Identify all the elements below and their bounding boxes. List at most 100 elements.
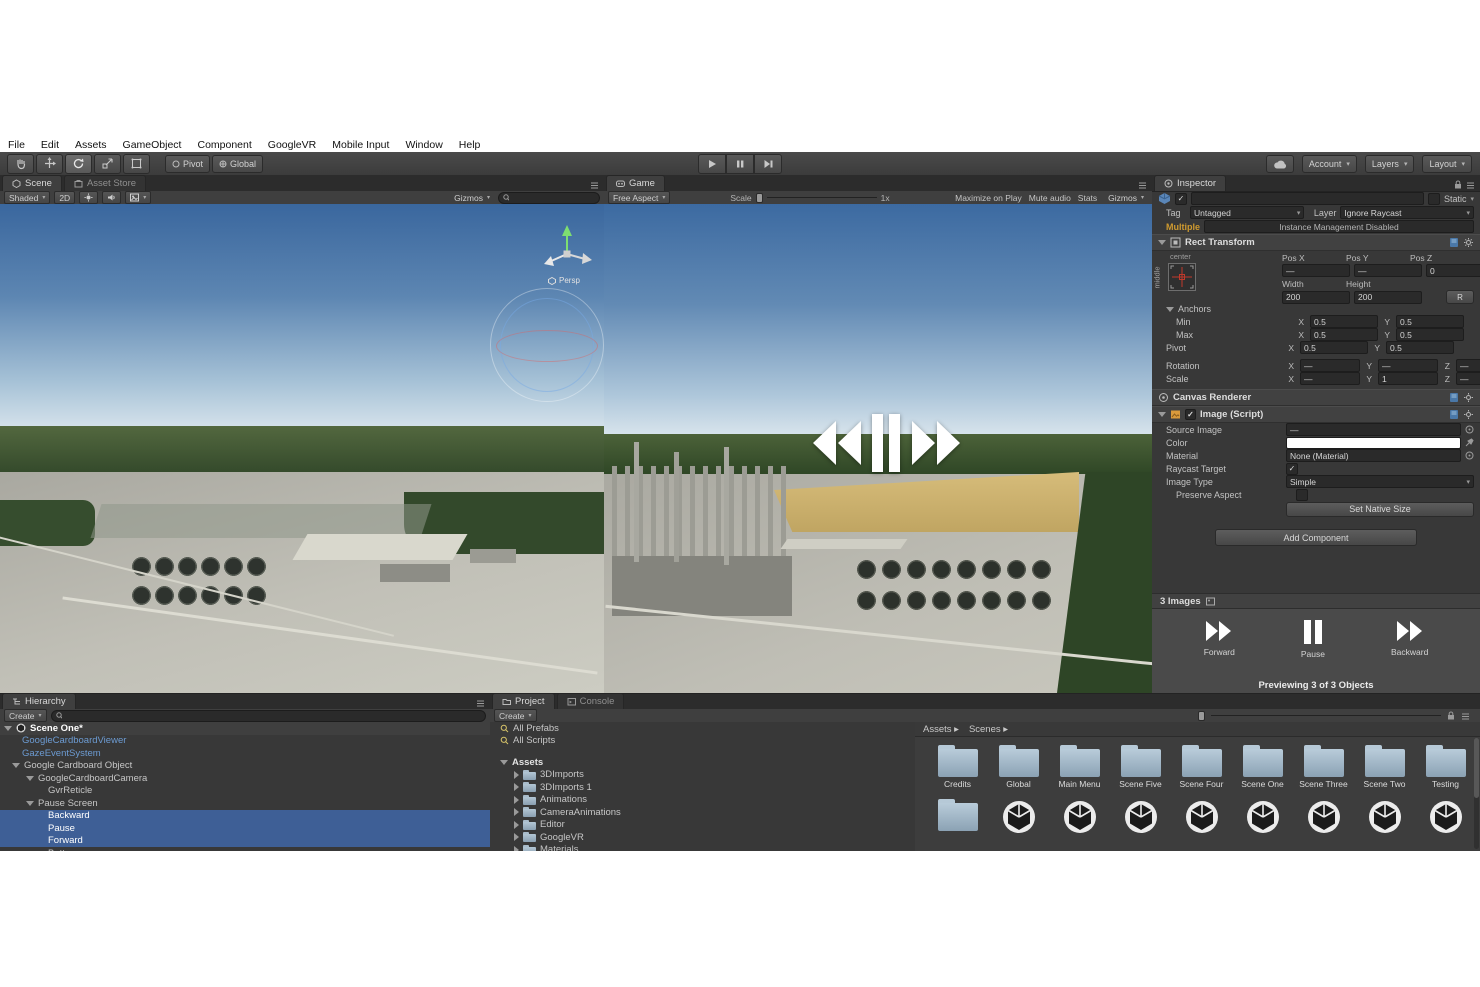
gear-icon[interactable] [1463,392,1474,403]
fold-arrow-icon[interactable] [514,808,519,816]
fold-arrow-icon[interactable] [500,760,508,765]
min-y-field[interactable]: 0.5 [1396,315,1464,328]
add-component-button[interactable]: Add Component [1215,529,1417,546]
preserve-aspect-checkbox[interactable] [1296,489,1308,501]
layers-dropdown[interactable]: Layers [1365,155,1415,173]
object-picker-icon[interactable] [1465,451,1474,460]
pause-overlay-icon[interactable] [872,414,900,472]
stats-toggle[interactable]: Stats [1078,193,1097,203]
hierarchy-item-backward[interactable]: Backward [0,810,490,823]
gear-icon[interactable] [1463,237,1474,248]
project-folder-editor[interactable]: Editor [490,819,915,832]
min-x-field[interactable]: 0.5 [1310,315,1378,328]
hand-tool-button[interactable] [7,154,34,174]
asset-scene-file[interactable] [1293,799,1354,835]
lighting-toggle[interactable] [79,191,98,204]
fast-forward-icon[interactable] [912,421,960,465]
source-image-field[interactable]: — [1286,423,1461,436]
pos-x-field[interactable]: — [1282,264,1350,277]
pivot-toggle-button[interactable]: Pivot [165,155,210,173]
asset-scene-file[interactable] [1415,799,1476,835]
scale-x-field[interactable]: — [1300,372,1360,385]
rotation-z-field[interactable]: — [1456,359,1480,372]
menu-assets[interactable]: Assets [75,139,107,151]
global-toggle-button[interactable]: Global [212,155,263,173]
pos-y-field[interactable]: — [1354,264,1422,277]
hierarchy-item-scene-one[interactable]: Scene One* [0,722,490,735]
fold-arrow-icon[interactable] [514,821,519,829]
scale-y-field[interactable]: 1 [1378,372,1438,385]
image-type-dropdown[interactable]: Simple [1286,475,1474,488]
move-tool-button[interactable] [36,154,63,174]
2d-toggle[interactable]: 2D [54,191,75,204]
persp-indicator[interactable]: Persp [548,276,580,285]
raycast-target-checkbox[interactable] [1286,463,1298,475]
hierarchy-item-googlecardboardviewer[interactable]: GoogleCardboardViewer [0,735,490,748]
set-native-size-button[interactable]: Set Native Size [1286,502,1474,517]
fold-arrow-icon[interactable] [514,846,519,851]
panel-menu-icon[interactable] [1466,181,1475,189]
shaded-dropdown[interactable]: Shaded [4,191,50,204]
fold-arrow-icon[interactable] [514,783,519,791]
step-button[interactable] [754,154,782,174]
effects-dropdown[interactable] [125,191,151,204]
lock-icon[interactable] [1447,711,1455,720]
scale-slider-track[interactable] [767,197,877,198]
breadcrumb-assets[interactable]: Assets ▸ [923,724,959,735]
project-folder-materials[interactable]: Materials [490,844,915,852]
asset-folder-scene-four[interactable]: Scene Four [1171,745,1232,789]
asset-scene-file[interactable] [1354,799,1415,835]
reference-book-icon[interactable] [1449,409,1459,420]
asset-folder-main-menu[interactable]: Main Menu [1049,745,1110,789]
preview-item-pause[interactable]: Pause [1301,619,1325,659]
eyedropper-icon[interactable] [1465,438,1474,447]
lock-icon[interactable] [1454,180,1462,189]
tab-asset-store[interactable]: Asset Store [64,175,146,191]
game-gizmos-dropdown[interactable]: Gizmos [1104,192,1148,203]
asset-folder-global[interactable]: Global [988,745,1049,789]
height-field[interactable]: 200 [1354,291,1422,304]
pivot-x-field[interactable]: 0.5 [1300,341,1368,354]
asset-folder-scene-five[interactable]: Scene Five [1110,745,1171,789]
menu-component[interactable]: Component [197,139,251,151]
menu-mobile-input[interactable]: Mobile Input [332,139,389,151]
asset-folder-scene-one[interactable]: Scene One [1232,745,1293,789]
icon-size-slider-track[interactable] [1211,715,1441,716]
scene-viewport[interactable]: Persp [0,204,604,693]
scene-gizmos-dropdown[interactable]: Gizmos [450,192,494,203]
image-component-header[interactable]: Image (Script) [1152,406,1480,423]
panel-menu-icon[interactable] [476,699,485,707]
rotation-x-field[interactable]: — [1300,359,1360,372]
tab-hierarchy[interactable]: Hierarchy [2,693,76,709]
menu-gameobject[interactable]: GameObject [123,139,182,151]
image-enabled-checkbox[interactable] [1185,409,1196,420]
rewind-icon[interactable] [813,421,861,465]
scale-tool-button[interactable] [94,154,121,174]
project-assets-root[interactable]: Assets [490,756,915,769]
asset-folder-scene-two[interactable]: Scene Two [1354,745,1415,789]
favorite-all-prefabs[interactable]: All Prefabs [490,722,915,735]
blueprint-mode-button[interactable]: R [1446,290,1474,304]
project-create-dropdown[interactable]: Create [494,709,537,722]
width-field[interactable]: 200 [1282,291,1350,304]
project-folder-googlevr[interactable]: GoogleVR [490,831,915,844]
audio-toggle[interactable] [102,191,121,204]
preview-header-bar[interactable]: 3 Images [1152,593,1480,609]
hierarchy-item-button[interactable]: Button [0,847,490,851]
account-dropdown[interactable]: Account [1302,155,1357,173]
panel-menu-icon[interactable] [1461,712,1470,720]
fold-arrow-icon[interactable] [514,796,519,804]
project-folder-3dimports-1[interactable]: 3DImports 1 [490,781,915,794]
hierarchy-item-gazeeventsystem[interactable]: GazeEventSystem [0,747,490,760]
fold-arrow-icon[interactable] [514,771,519,779]
pause-button[interactable] [726,154,754,174]
project-folder-animations[interactable]: Animations [490,794,915,807]
object-name-field[interactable] [1191,192,1424,205]
tab-inspector[interactable]: Inspector [1154,175,1226,191]
anchor-preset-button[interactable] [1168,263,1196,291]
panel-menu-icon[interactable] [590,181,599,189]
layout-dropdown[interactable]: Layout [1422,155,1472,173]
menu-help[interactable]: Help [459,139,481,151]
tab-console[interactable]: Console [557,693,625,709]
project-scrollbar[interactable] [1474,738,1479,849]
